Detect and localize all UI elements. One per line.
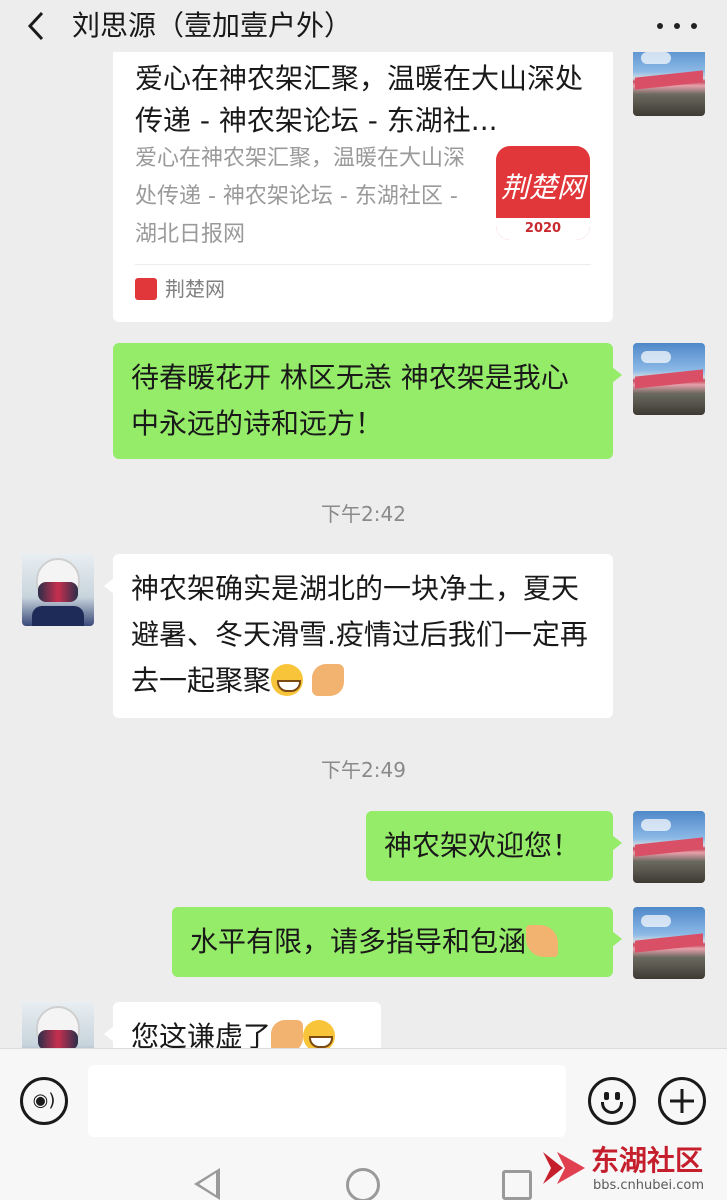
link-card-thumbnail: 荆楚网 2020 bbox=[496, 146, 590, 240]
nav-home-icon[interactable] bbox=[346, 1168, 380, 1200]
chat-area[interactable]: 爱心在神农架汇聚，温暖在大山深处传递 - 神农架论坛 - 东湖社... 爱心在神… bbox=[0, 52, 727, 1048]
divider bbox=[135, 264, 591, 265]
timestamp: 下午2:42 bbox=[321, 502, 406, 526]
grin-emoji-icon bbox=[271, 664, 304, 696]
more-button[interactable] bbox=[657, 14, 697, 38]
nav-recents-icon[interactable] bbox=[502, 1170, 532, 1200]
handshake-emoji-icon bbox=[311, 664, 344, 696]
avatar-self[interactable] bbox=[633, 343, 705, 415]
message-text: 待春暖花开 林区无恙 神农架是我心中永远的诗和远方！ bbox=[131, 361, 569, 440]
message-bubble-self[interactable]: 待春暖花开 林区无恙 神农架是我心中永远的诗和远方！ bbox=[113, 343, 622, 459]
emoji-button[interactable] bbox=[588, 1077, 636, 1125]
chevron-left-icon bbox=[27, 11, 44, 41]
handshake-emoji-icon bbox=[271, 1020, 304, 1048]
message-text: 神农架欢迎您！ bbox=[384, 829, 581, 862]
more-dots-icon bbox=[657, 23, 663, 29]
nav-back-icon[interactable] bbox=[194, 1168, 220, 1200]
message-input[interactable] bbox=[88, 1065, 566, 1137]
emoji-icon bbox=[604, 1092, 609, 1100]
message-text: 神农架确实是湖北的一块净土，夏天避暑、冬天滑雪.疫情过后我们一定再去一起聚聚 bbox=[131, 572, 588, 697]
voice-icon: ◉) bbox=[32, 1090, 56, 1111]
link-card-source: 荆楚网 bbox=[165, 277, 225, 301]
back-button[interactable] bbox=[20, 10, 52, 42]
avatar-self[interactable] bbox=[633, 811, 705, 883]
link-card-description: 爱心在神农架汇聚，温暖在大山深处传递 - 神农架论坛 - 东湖社区 - 湖北日报… bbox=[135, 146, 466, 247]
message-bubble-self[interactable]: 神农架欢迎您！ bbox=[366, 811, 622, 881]
message-text: 您这谦虚了 bbox=[131, 1020, 272, 1048]
avatar-self[interactable] bbox=[633, 907, 705, 979]
message-bubble-contact[interactable]: 您这谦虚了 bbox=[104, 1002, 381, 1048]
chat-title: 刘思源（壹加壹户外） bbox=[72, 9, 353, 42]
blush-emoji-icon bbox=[303, 1020, 336, 1048]
avatar-self[interactable] bbox=[633, 52, 705, 116]
input-bar: ◉) bbox=[0, 1048, 727, 1154]
ok-hand-emoji-icon bbox=[526, 925, 559, 957]
watermark: 东湖社区 bbs.cnhubei.com bbox=[541, 1142, 721, 1200]
source-logo-icon bbox=[135, 278, 157, 300]
message-text: 水平有限，请多指导和包涵 bbox=[190, 925, 527, 958]
message-bubble-contact[interactable]: 神农架确实是湖北的一块净土，夏天避暑、冬天滑雪.疫情过后我们一定再去一起聚聚 bbox=[104, 554, 613, 718]
avatar-contact[interactable] bbox=[22, 1002, 94, 1048]
timestamp: 下午2:49 bbox=[321, 758, 406, 782]
chat-header: 刘思源（壹加壹户外） bbox=[0, 0, 727, 52]
watermark-name: 东湖社区 bbox=[591, 1144, 704, 1177]
watermark-logo-icon bbox=[543, 1152, 585, 1184]
thumbnail-year: 2020 bbox=[496, 218, 590, 240]
link-card-title: 爱心在神农架汇聚，温暖在大山深处传递 - 神农架论坛 - 东湖社... bbox=[135, 62, 584, 137]
thumbnail-logo-text: 荆楚网 bbox=[500, 171, 585, 204]
voice-button[interactable]: ◉) bbox=[20, 1077, 68, 1125]
avatar-contact[interactable] bbox=[22, 554, 94, 626]
link-card[interactable]: 爱心在神农架汇聚，温暖在大山深处传递 - 神农架论坛 - 东湖社... 爱心在神… bbox=[113, 52, 613, 322]
plus-button[interactable] bbox=[658, 1077, 706, 1125]
watermark-url: bbs.cnhubei.com bbox=[593, 1178, 705, 1193]
message-bubble-self[interactable]: 水平有限，请多指导和包涵 bbox=[172, 907, 622, 977]
